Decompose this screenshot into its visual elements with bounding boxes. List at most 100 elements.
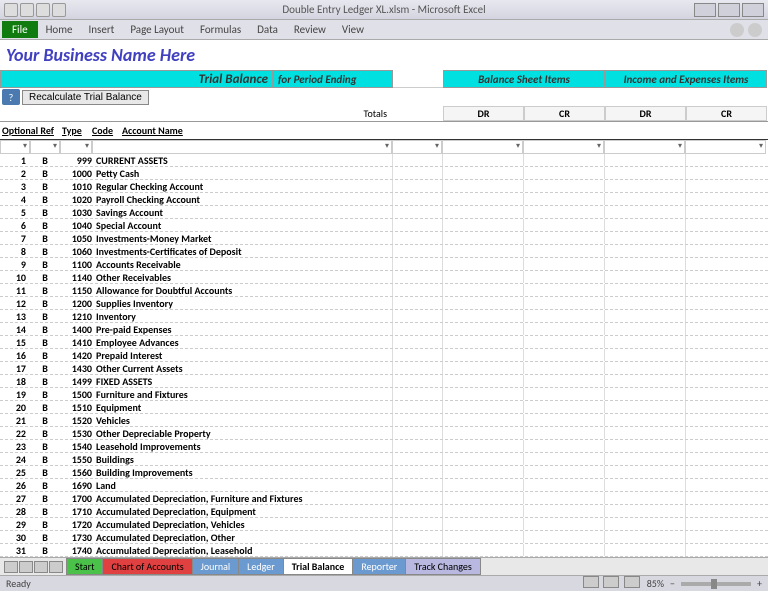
zoom-slider[interactable] <box>681 582 751 586</box>
file-tab[interactable]: File <box>2 21 38 38</box>
cell-cr2[interactable] <box>685 388 766 400</box>
tab-formulas[interactable]: Formulas <box>192 21 249 38</box>
business-name[interactable]: Your Business Name Here <box>0 40 768 70</box>
cell-dr2[interactable] <box>604 297 685 309</box>
cell-dr[interactable] <box>442 310 523 322</box>
zoom-in-icon[interactable]: + <box>757 577 762 590</box>
cell-dr[interactable] <box>442 167 523 179</box>
sheet-tab-ledger[interactable]: Ledger <box>238 558 284 575</box>
cell-dr[interactable] <box>442 193 523 205</box>
cell-cr2[interactable] <box>685 245 766 257</box>
undo-icon[interactable] <box>36 3 50 17</box>
row-code[interactable]: 1550 <box>60 453 92 465</box>
cell-dr2[interactable] <box>604 466 685 478</box>
cell-dr[interactable] <box>442 349 523 361</box>
row-code[interactable]: 1540 <box>60 440 92 452</box>
row-code[interactable]: 1499 <box>60 375 92 387</box>
tab-home[interactable]: Home <box>38 21 81 38</box>
row-type[interactable]: B <box>30 154 60 166</box>
table-row[interactable]: 29B1720Accumulated Depreciation, Vehicle… <box>0 518 768 531</box>
row-account-name[interactable]: Prepaid Interest <box>92 349 392 361</box>
cell-cr[interactable] <box>523 388 604 400</box>
row-number[interactable]: 7 <box>0 232 30 244</box>
row-code[interactable]: 1150 <box>60 284 92 296</box>
row-code[interactable]: 1720 <box>60 518 92 530</box>
row-account-name[interactable]: Vehicles <box>92 414 392 426</box>
cell-cr2[interactable] <box>685 193 766 205</box>
filter-code[interactable] <box>60 140 92 154</box>
cell-cr[interactable] <box>523 245 604 257</box>
table-row[interactable]: 12B1200Supplies Inventory <box>0 297 768 310</box>
row-type[interactable]: B <box>30 492 60 504</box>
cell-dr2[interactable] <box>604 505 685 517</box>
row-account-name[interactable]: Employee Advances <box>92 336 392 348</box>
row-account-name[interactable]: Special Account <box>92 219 392 231</box>
row-code[interactable]: 1050 <box>60 232 92 244</box>
row-type[interactable]: B <box>30 258 60 270</box>
row-type[interactable]: B <box>30 401 60 413</box>
cell-cr2[interactable] <box>685 375 766 387</box>
row-code[interactable]: 1040 <box>60 219 92 231</box>
row-code[interactable]: 1530 <box>60 427 92 439</box>
dr-header-2[interactable]: DR <box>605 106 686 121</box>
row-code[interactable]: 1410 <box>60 336 92 348</box>
cell-cr2[interactable] <box>685 232 766 244</box>
filter-9[interactable] <box>685 140 766 154</box>
cell-cr2[interactable] <box>685 310 766 322</box>
cell-cr[interactable] <box>523 531 604 543</box>
row-type[interactable]: B <box>30 180 60 192</box>
col-code[interactable]: Code <box>90 122 120 139</box>
row-number[interactable]: 30 <box>0 531 30 543</box>
row-account-name[interactable]: Accumulated Depreciation, Equipment <box>92 505 392 517</box>
cell-dr2[interactable] <box>604 336 685 348</box>
cell-cr2[interactable] <box>685 505 766 517</box>
col-optional-ref[interactable]: Optional Ref <box>0 122 60 139</box>
filter-name[interactable] <box>92 140 392 154</box>
row-number[interactable]: 6 <box>0 219 30 231</box>
cell-cr[interactable] <box>523 219 604 231</box>
row-code[interactable]: 1060 <box>60 245 92 257</box>
row-account-name[interactable]: Other Receivables <box>92 271 392 283</box>
table-row[interactable]: 28B1710Accumulated Depreciation, Equipme… <box>0 505 768 518</box>
row-code[interactable]: 1560 <box>60 466 92 478</box>
cell-dr2[interactable] <box>604 414 685 426</box>
cell-cr[interactable] <box>523 323 604 335</box>
row-code[interactable]: 1740 <box>60 544 92 556</box>
table-row[interactable]: 15B1410Employee Advances <box>0 336 768 349</box>
row-type[interactable]: B <box>30 219 60 231</box>
cell-dr2[interactable] <box>604 245 685 257</box>
cell-cr[interactable] <box>523 349 604 361</box>
cell-cr2[interactable] <box>685 258 766 270</box>
cell-cr[interactable] <box>523 310 604 322</box>
row-code[interactable]: 1520 <box>60 414 92 426</box>
cell-dr[interactable] <box>442 401 523 413</box>
cell-cr2[interactable] <box>685 297 766 309</box>
cell-dr2[interactable] <box>604 219 685 231</box>
row-account-name[interactable]: Inventory <box>92 310 392 322</box>
trial-balance-header[interactable]: Trial Balance <box>0 70 273 88</box>
row-code[interactable]: 1010 <box>60 180 92 192</box>
table-row[interactable]: 6B1040Special Account <box>0 219 768 232</box>
cell-dr[interactable] <box>442 245 523 257</box>
cell-cr[interactable] <box>523 271 604 283</box>
cell-dr[interactable] <box>442 258 523 270</box>
dr-header-1[interactable]: DR <box>443 106 524 121</box>
row-code[interactable]: 1020 <box>60 193 92 205</box>
cell-dr2[interactable] <box>604 193 685 205</box>
table-row[interactable]: 2B1000Petty Cash <box>0 167 768 180</box>
row-type[interactable]: B <box>30 167 60 179</box>
table-row[interactable]: 7B1050Investments-Money Market <box>0 232 768 245</box>
page-break-view-icon[interactable] <box>624 576 640 588</box>
cell-dr[interactable] <box>442 518 523 530</box>
sheet-tab-reporter[interactable]: Reporter <box>352 558 406 575</box>
cell-dr2[interactable] <box>604 375 685 387</box>
table-row[interactable]: 26B1690Land <box>0 479 768 492</box>
cell-dr[interactable] <box>442 271 523 283</box>
ribbon-minimize-icon[interactable] <box>748 23 762 37</box>
cell-dr2[interactable] <box>604 323 685 335</box>
cell-cr2[interactable] <box>685 180 766 192</box>
tab-insert[interactable]: Insert <box>81 21 123 38</box>
row-account-name[interactable]: Other Depreciable Property <box>92 427 392 439</box>
row-number[interactable]: 12 <box>0 297 30 309</box>
cell-cr[interactable] <box>523 479 604 491</box>
